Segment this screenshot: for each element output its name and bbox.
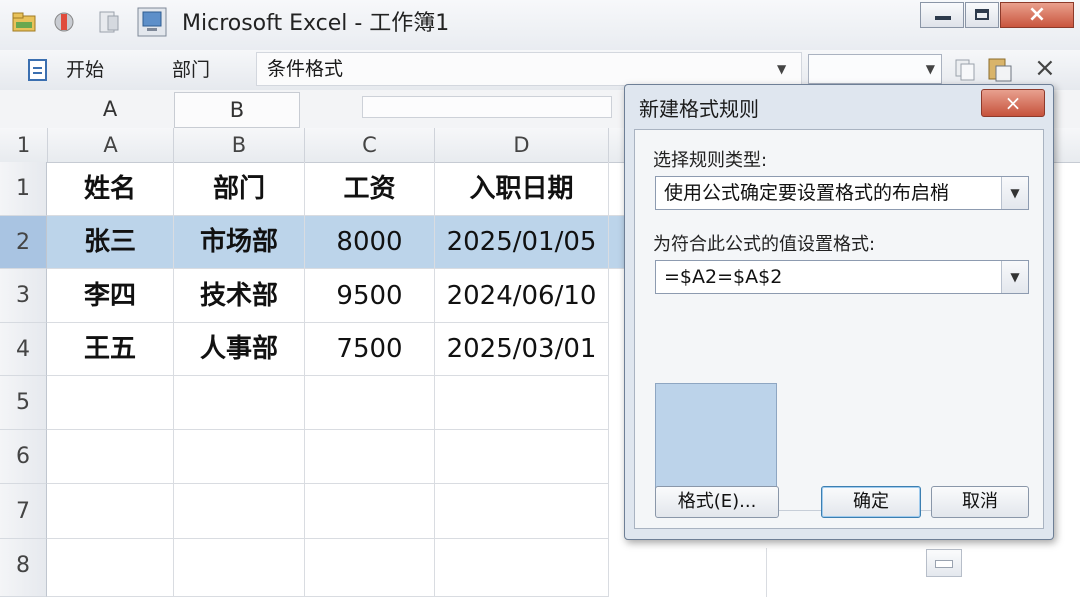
conditional-format-bar[interactable]: 条件格式 ▼ — [256, 52, 802, 86]
table-cell[interactable] — [305, 376, 435, 430]
formula-input[interactable]: =$A2=$A$2 ▼ — [655, 260, 1029, 294]
window-close-button[interactable]: × — [1000, 2, 1074, 28]
monitor-icon[interactable] — [136, 6, 168, 38]
table-cell[interactable]: 人事部 — [174, 323, 305, 376]
table-cell[interactable] — [47, 539, 174, 597]
new-format-rule-dialog: 新建格式规则 × 选择规则类型: 使用公式确定要设置格式的布启梢 ▼ 为符合此公… — [624, 84, 1054, 540]
table-cell[interactable] — [174, 376, 305, 430]
chevron-down-icon[interactable]: ▼ — [1001, 261, 1028, 293]
table-cell[interactable] — [435, 376, 609, 430]
row-header-6[interactable]: 6 — [0, 430, 47, 484]
table-cell[interactable]: 张三 — [47, 216, 174, 269]
font-combo[interactable]: ▼ — [808, 54, 942, 84]
chevron-down-icon[interactable]: ▼ — [1001, 177, 1028, 209]
table-cell[interactable] — [47, 376, 174, 430]
row-header-3[interactable]: 3 — [0, 269, 47, 323]
maximize-icon — [975, 9, 989, 20]
table-cell[interactable]: 技术部 — [174, 269, 305, 323]
table-cell[interactable] — [305, 539, 435, 597]
paste-icon[interactable] — [986, 56, 1014, 84]
window-title: Microsoft Excel - 工作簿1 — [182, 11, 450, 36]
table-cell[interactable]: 2025/01/05 — [435, 216, 609, 269]
close-icon: × — [1004, 91, 1022, 115]
page-icon — [28, 59, 47, 81]
small-window-icon[interactable] — [926, 549, 962, 577]
table-cell[interactable]: 姓名 — [47, 162, 174, 216]
table-cell[interactable] — [305, 430, 435, 484]
col-header-d[interactable]: D — [435, 128, 609, 162]
table-cell[interactable]: 李四 — [47, 269, 174, 323]
cancel-button[interactable]: 取消 — [931, 486, 1029, 518]
minimize-button[interactable] — [920, 2, 964, 28]
table-cell[interactable]: 市场部 — [174, 216, 305, 269]
format-button[interactable]: 格式(E)... — [655, 486, 779, 518]
table-cell[interactable] — [174, 539, 305, 597]
tab-home[interactable]: 开始 — [66, 50, 104, 90]
table-cell[interactable] — [174, 484, 305, 539]
col-header-a[interactable]: A — [48, 128, 174, 162]
row-header-4[interactable]: 4 — [0, 323, 47, 376]
ribbon-close-icon[interactable]: × — [1034, 50, 1056, 86]
document-icon[interactable] — [94, 8, 122, 36]
table-cell[interactable] — [305, 484, 435, 539]
col-header-b[interactable]: B — [174, 128, 305, 162]
maximize-button[interactable] — [965, 2, 999, 28]
corner-cell[interactable]: 1 — [0, 128, 48, 162]
folder-icon[interactable] — [10, 8, 38, 36]
formula-value: =$A2=$A$2 — [664, 266, 783, 288]
settings-icon[interactable] — [50, 8, 78, 36]
conditional-format-label: 条件格式 — [267, 58, 344, 80]
minimize-icon — [935, 16, 951, 20]
strip-label-a[interactable]: A — [48, 90, 172, 128]
title-bar: Microsoft Excel - 工作簿1 × — [0, 0, 1080, 50]
grid-column-line — [766, 548, 767, 597]
table-cell[interactable]: 部门 — [174, 162, 305, 216]
dialog-body: 选择规则类型: 使用公式确定要设置格式的布启梢 ▼ 为符合此公式的值设置格式: … — [634, 129, 1044, 529]
table-cell[interactable]: 入职日期 — [435, 162, 609, 216]
table-cell[interactable]: 9500 — [305, 269, 435, 323]
table-cell[interactable]: 工资 — [305, 162, 435, 216]
row-header-2[interactable]: 2 — [0, 216, 47, 269]
table-cell[interactable]: 2025/03/01 — [435, 323, 609, 376]
rule-type-value: 使用公式确定要设置格式的布启梢 — [664, 182, 950, 204]
chevron-down-icon[interactable]: ▼ — [777, 53, 786, 85]
rule-type-select[interactable]: 使用公式确定要设置格式的布启梢 ▼ — [655, 176, 1029, 210]
table-cell[interactable] — [47, 484, 174, 539]
chevron-down-icon[interactable]: ▼ — [926, 55, 935, 83]
row-header-5[interactable]: 5 — [0, 376, 47, 430]
table-cell[interactable]: 8000 — [305, 216, 435, 269]
strip-label-b[interactable]: B — [174, 92, 300, 128]
rule-type-label: 选择规则类型: — [653, 150, 768, 171]
col-header-c[interactable]: C — [305, 128, 435, 162]
dialog-title: 新建格式规则 — [639, 97, 759, 121]
table-cell[interactable] — [435, 484, 609, 539]
row-header-1[interactable]: 1 — [0, 162, 47, 216]
formula-label: 为符合此公式的值设置格式: — [653, 234, 876, 255]
table-cell[interactable] — [174, 430, 305, 484]
table-cell[interactable] — [47, 430, 174, 484]
table-cell[interactable] — [435, 430, 609, 484]
close-icon: × — [1027, 2, 1047, 27]
table-cell[interactable]: 王五 — [47, 323, 174, 376]
table-cell[interactable] — [435, 539, 609, 597]
format-preview — [655, 383, 777, 495]
ok-button[interactable]: 确定 — [821, 486, 921, 518]
table-cell[interactable]: 7500 — [305, 323, 435, 376]
tab-department[interactable]: 部门 — [172, 50, 210, 90]
copy-icon[interactable] — [954, 58, 976, 82]
table-cell[interactable]: 2024/06/10 — [435, 269, 609, 323]
row-header-7[interactable]: 7 — [0, 484, 47, 539]
name-box[interactable] — [362, 96, 612, 118]
dialog-close-button[interactable]: × — [981, 89, 1045, 117]
row-header-8[interactable]: 8 — [0, 539, 47, 597]
